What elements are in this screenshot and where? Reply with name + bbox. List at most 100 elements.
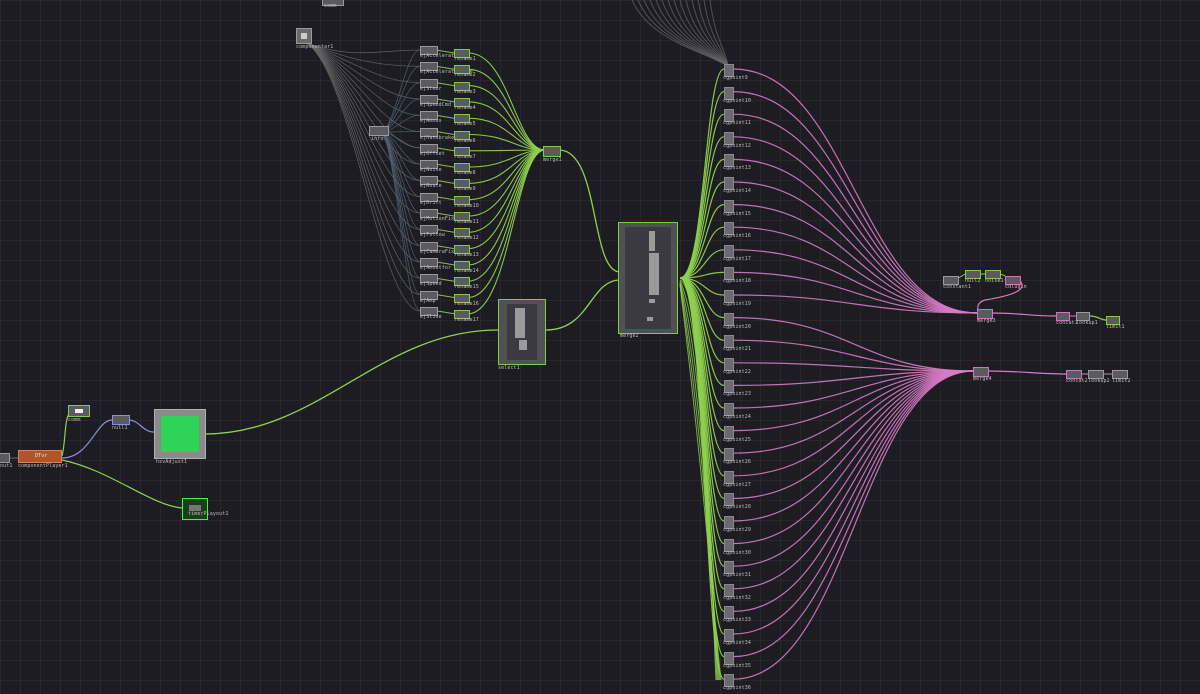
row-left-node[interactable]: ejAmous: [420, 111, 456, 126]
row-left-node[interactable]: ejAccelerate: [420, 46, 457, 61]
cgpoint-node[interactable]: cgpoint26: [723, 448, 764, 468]
cgpoint-node[interactable]: cgpoint9: [723, 64, 764, 84]
cgpoint-node[interactable]: cgpoint32: [723, 583, 764, 604]
row-left-node[interactable]: ejMotionFix: [420, 209, 456, 224]
cgpoint-label: cgpoint29: [723, 527, 751, 533]
row-right-node[interactable]: rename9: [454, 179, 480, 194]
row-left-node[interactable]: ejHandbrake: [420, 127, 456, 143]
cgpoint-label: cgpoint13: [723, 165, 751, 172]
row-right-node[interactable]: rename6: [454, 130, 480, 146]
cgpoint-node[interactable]: cgpoint10: [723, 86, 764, 107]
component-player-node[interactable]: DTvr componentPlayer1: [18, 450, 68, 469]
cgpoint-node[interactable]: cgpoint31: [723, 561, 764, 581]
select1-node[interactable]: select1: [498, 299, 548, 371]
player-to-blue: [61, 419, 113, 459]
cgpoint-node[interactable]: cgpoint13: [723, 154, 764, 174]
row-right-node[interactable]: rename1: [454, 49, 480, 64]
row-left-node[interactable]: ejAccelerateBrake: [420, 62, 473, 77]
cgpoint-node[interactable]: cgpoint17: [723, 244, 764, 265]
cgpoint-node[interactable]: cgpoint16: [723, 222, 764, 242]
row-right-node[interactable]: rename5: [454, 114, 480, 129]
row-right-node[interactable]: rename14: [454, 260, 480, 276]
upper-chain-3[interactable]: limit1: [1106, 316, 1130, 332]
row-right-node[interactable]: rename3: [454, 81, 480, 97]
row-left-node[interactable]: ejSpeedCmd: [420, 94, 456, 110]
cgpoint-node[interactable]: cgpoint29: [723, 516, 764, 536]
cgpoint-node[interactable]: cgpoint11: [723, 109, 764, 129]
row-left-node[interactable]: ejRoute: [420, 176, 456, 191]
cgpoint-label: cgpoint17: [723, 255, 751, 262]
cgpoint-node[interactable]: cgpoint24: [723, 403, 764, 423]
row-right-node[interactable]: rename11: [454, 212, 480, 227]
row-left-node[interactable]: ejCameraFix: [420, 241, 456, 257]
small-top-node[interactable]: comm: [68, 405, 94, 423]
row-right-label: rename6: [454, 137, 476, 144]
row-right-node[interactable]: rename12: [454, 228, 480, 243]
row-right-node[interactable]: rename2: [454, 65, 480, 80]
row-left-node[interactable]: ejDrift: [420, 192, 456, 208]
cgpoint-node[interactable]: cgpoint30: [723, 538, 764, 559]
out-stub-node[interactable]: out1: [0, 453, 14, 469]
row-left-node[interactable]: ejSlide: [420, 306, 456, 322]
blue-null-node[interactable]: null1: [112, 415, 134, 433]
row-right-label: rename5: [454, 121, 476, 128]
cgpoint-node[interactable]: cgpoint28: [723, 493, 764, 513]
merge2-node[interactable]: merge2: [618, 222, 680, 340]
row-right-node[interactable]: rename15: [454, 277, 480, 292]
row-left-label: ejNoise: [420, 167, 442, 174]
cgpoint-node[interactable]: cgpoint34: [723, 629, 764, 649]
lower-chain-2[interactable]: lookup2: [1088, 370, 1112, 386]
cgpoint-label: cgpoint15: [723, 210, 751, 217]
row-right-node[interactable]: rename10: [454, 195, 480, 211]
upper-chain-2[interactable]: lookup1: [1076, 312, 1100, 328]
merge4-node[interactable]: merge4: [973, 367, 1001, 383]
cgpoint-label: cgpoint20: [723, 323, 751, 330]
row-left-node[interactable]: ejAmoutfor: [420, 257, 456, 273]
cgpoint-node[interactable]: cgpoint33: [723, 606, 764, 626]
row-left-node[interactable]: ejNoise: [420, 160, 456, 175]
cgpoint-node[interactable]: cgpoint27: [723, 470, 764, 491]
cgpoint-node[interactable]: cgpoint19: [723, 290, 764, 310]
cgpoint-node[interactable]: cgpoint18: [723, 267, 764, 287]
cgpoint-label: cgpoint35: [723, 662, 751, 669]
top-node[interactable]: comm: [322, 0, 344, 9]
row-right-label: rename13: [454, 251, 479, 258]
merge3-node[interactable]: merge3: [977, 309, 1005, 325]
cgpoint-label: cgpoint22: [723, 368, 751, 375]
cgpoint-node[interactable]: cgpoint36: [723, 674, 764, 694]
row-right-node[interactable]: rename8: [454, 163, 480, 178]
row-right-node[interactable]: rename7: [454, 146, 480, 162]
output-node[interactable]: timerPlayout1: [182, 498, 242, 522]
source-node[interactable]: componentar1: [296, 28, 340, 50]
cgpoint-node[interactable]: cgpoint23: [723, 380, 764, 400]
cgpoint-node[interactable]: cgpoint20: [723, 312, 764, 333]
player-to-output: [61, 459, 183, 509]
row-left-label: ejSteer: [420, 85, 442, 92]
row-right-label: rename12: [454, 235, 479, 242]
merge1-node[interactable]: merge1: [543, 146, 569, 164]
cgpoint-node[interactable]: cgpoint25: [723, 425, 764, 446]
lower-chain-1[interactable]: concat2: [1066, 370, 1090, 386]
cgpoint-to-merge: [732, 370, 975, 658]
cgpoint-node[interactable]: cgpoint12: [723, 131, 764, 152]
cgpoint-node[interactable]: cgpoint15: [723, 199, 764, 220]
lookup-node[interactable]: cdlugin: [1005, 276, 1029, 292]
row-right-node[interactable]: rename16: [454, 293, 480, 309]
row-left-node[interactable]: ejAmp: [420, 290, 456, 306]
cgpoint-node[interactable]: cgpoint35: [723, 651, 764, 672]
cgpoint-node[interactable]: cgpoint22: [723, 357, 764, 378]
row-left-node[interactable]: ejSpeed: [420, 274, 456, 289]
green-preview-node[interactable]: hsvAdjust1: [154, 409, 208, 465]
row-right-node[interactable]: rename4: [454, 97, 480, 113]
cgpoint-node[interactable]: cgpoint21: [723, 335, 764, 355]
row-left-node[interactable]: ejOffset: [420, 143, 456, 159]
lower-chain-3[interactable]: limit2: [1112, 370, 1136, 386]
info-node[interactable]: info: [369, 126, 393, 144]
row-right-node[interactable]: rename13: [454, 244, 480, 260]
row-left-node[interactable]: ejSteer: [420, 78, 456, 94]
row-left-label: ejMotionFix: [420, 216, 455, 222]
cgpoint-node[interactable]: cgpoint14: [723, 177, 764, 197]
row-left-node[interactable]: ejFollow: [420, 225, 456, 240]
row-right-node[interactable]: rename17: [454, 309, 480, 325]
info-wire: [379, 131, 421, 312]
